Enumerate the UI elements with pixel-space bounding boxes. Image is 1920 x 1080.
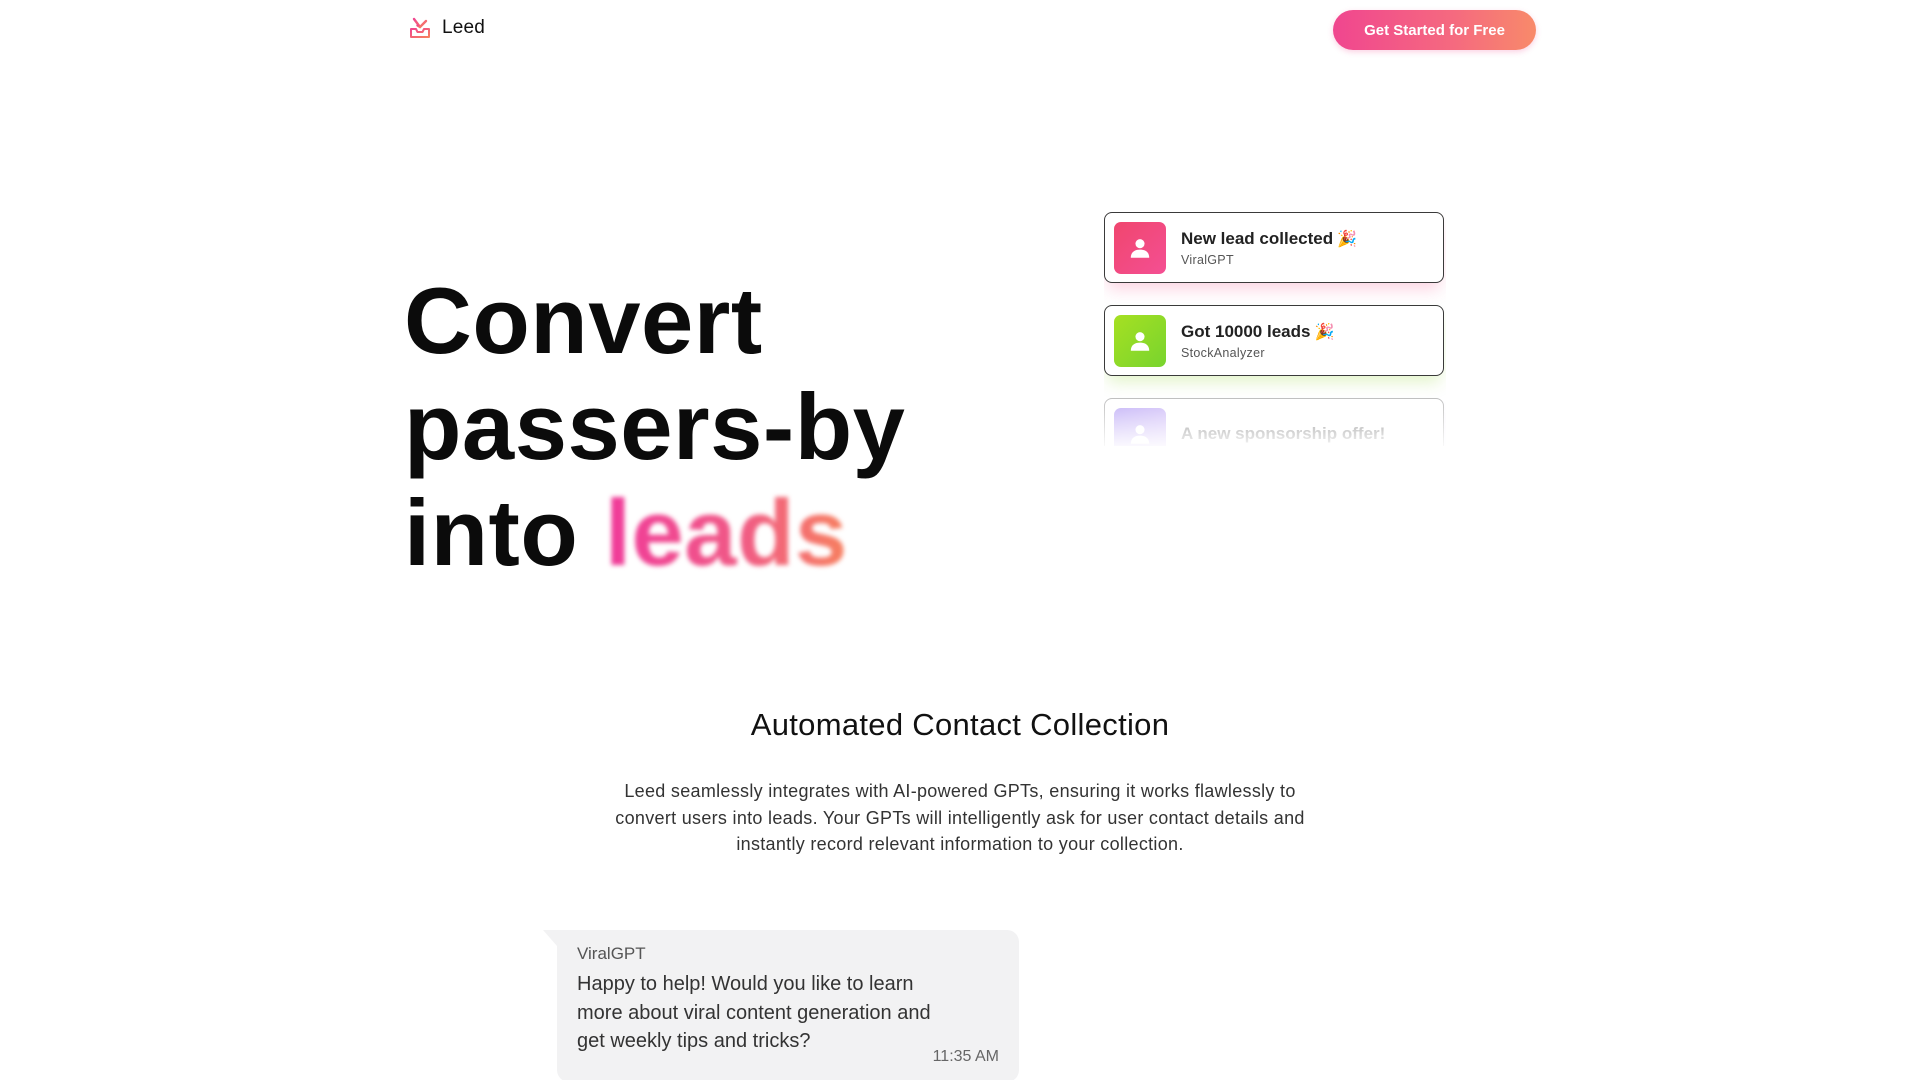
landing-page: Leed Get Started for Free Convert passer… (0, 0, 1920, 1080)
site-header: Leed Get Started for Free (408, 10, 1536, 50)
party-popper-icon: 🎉 (1337, 230, 1358, 248)
hero-line-3-prefix: into (404, 480, 579, 585)
section-description: Leed seamlessly integrates with AI-power… (615, 781, 1305, 854)
user-icon (1130, 424, 1150, 444)
inbox-download-icon (410, 17, 430, 38)
notification-title-text: A new sponsorship offer! (1181, 423, 1386, 443)
hero-line-2: passers-by (404, 374, 906, 479)
notification-text: New lead collected 🎉 ViralGPT (1181, 229, 1357, 267)
notification-avatar (1114, 407, 1166, 446)
notification-title: A new sponsorship offer! (1181, 424, 1385, 444)
chat-bubble: ViralGPT Happy to help! Would you like t… (543, 930, 1019, 1080)
party-popper-icon: 🎉 (1314, 323, 1335, 341)
notification-source: StockAnalyzer (1181, 345, 1265, 360)
section-title: Automated Contact Collection (750, 707, 1170, 742)
chat-timestamp: 11:35 AM (932, 1048, 999, 1065)
notification-text: A new sponsorship offer! (1181, 424, 1385, 444)
user-icon (1130, 331, 1150, 351)
notification-title-text: New lead collected (1181, 228, 1334, 248)
notification-title: Got 10000 leads 🎉 (1181, 322, 1334, 342)
notification-card: Got 10000 leads 🎉 StockAnalyzer (1104, 305, 1444, 376)
notification-card: A new sponsorship offer! (1104, 398, 1444, 446)
notification-avatar (1114, 221, 1166, 274)
chat-message: Happy to help! Would you like to learn m… (577, 973, 931, 1052)
chat-sender: ViralGPT (577, 944, 646, 963)
notification-avatar (1114, 314, 1166, 367)
notification-source: ViralGPT (1181, 252, 1234, 267)
notification-title-text: Got 10000 leads (1181, 321, 1311, 341)
hero-line-3: into leads (404, 480, 905, 586)
user-icon (1130, 238, 1150, 258)
hero-headline: Convert passers-by into leads (404, 268, 905, 586)
hero-line-1: Convert (404, 268, 763, 373)
notification-stack: New lead collected 🎉 ViralGPT Got 10000 l… (1104, 212, 1446, 446)
notification-text: Got 10000 leads 🎉 StockAnalyzer (1181, 322, 1334, 360)
logo[interactable]: Leed (408, 16, 485, 40)
logo-text: Leed (442, 17, 486, 38)
hero-highlight-word: leads (604, 480, 848, 585)
get-started-button[interactable]: Get Started for Free (1333, 10, 1536, 50)
notification-title: New lead collected 🎉 (1181, 229, 1357, 249)
notification-card: New lead collected 🎉 ViralGPT (1104, 212, 1444, 283)
chat-bubble-tail (543, 930, 557, 946)
